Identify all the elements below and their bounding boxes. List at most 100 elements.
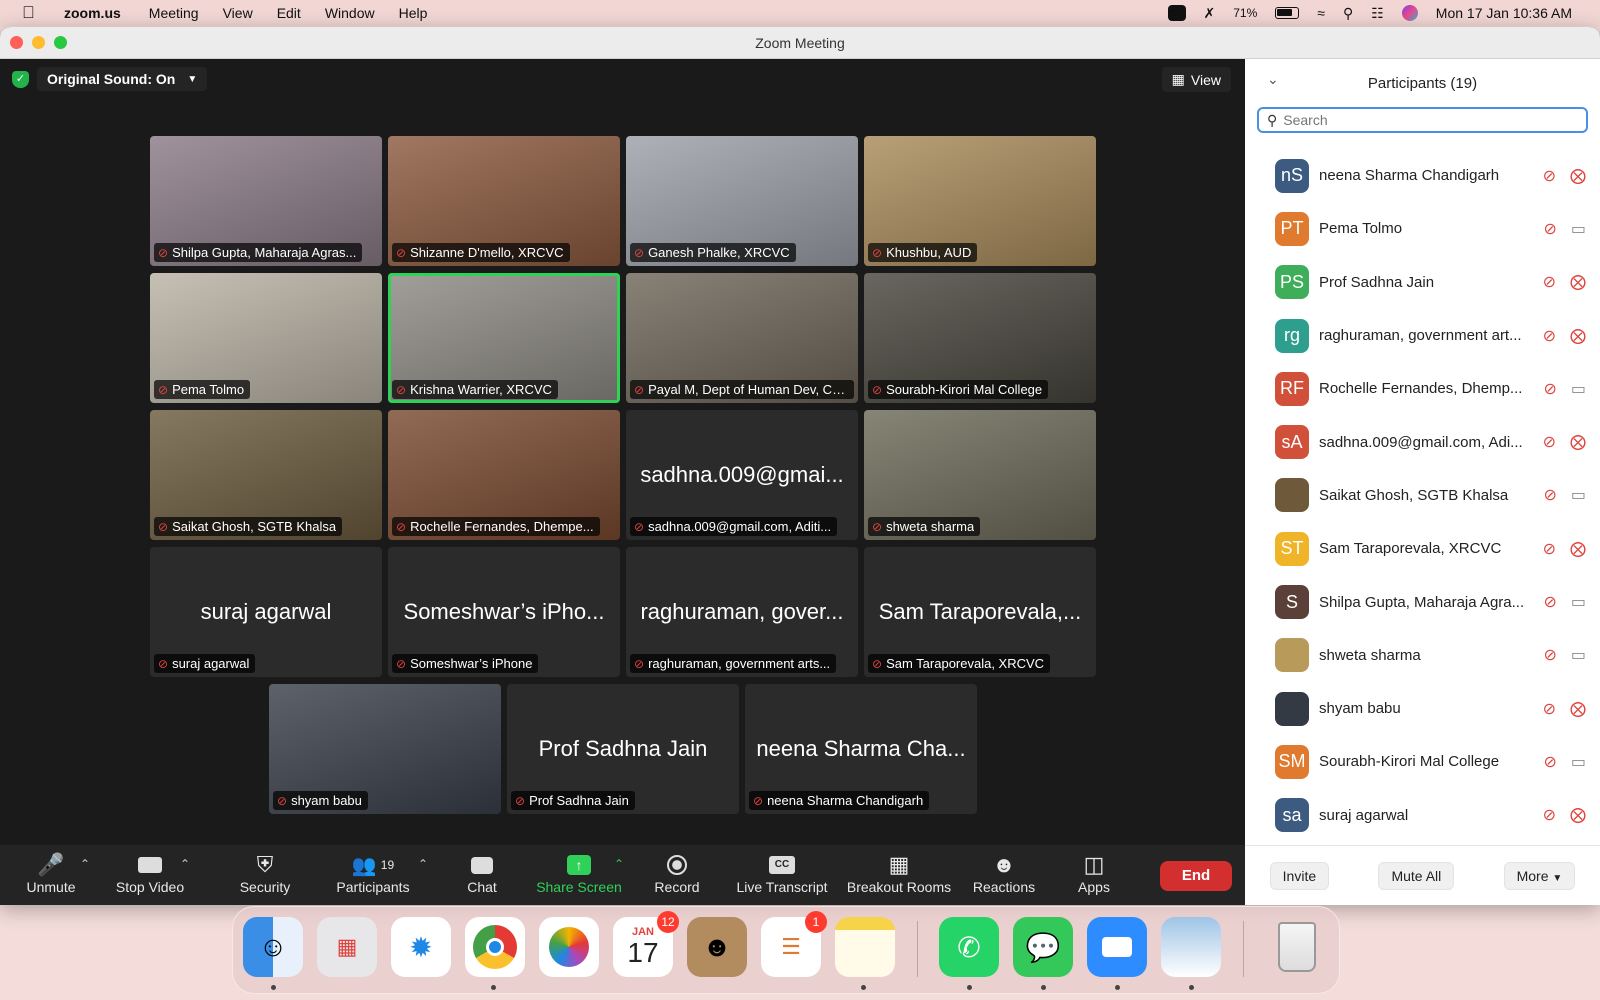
- participant-row[interactable]: S Shilpa Gupta, Maharaja Agra... ⊘ ▭: [1245, 575, 1600, 628]
- video-camera-off-icon[interactable]: ⨂: [1570, 432, 1586, 452]
- video-camera-off-icon[interactable]: ⨂: [1570, 805, 1586, 825]
- participant-row[interactable]: SM Sourabh-Kirori Mal College ⊘ ▭: [1245, 735, 1600, 788]
- menu-view[interactable]: View: [223, 5, 253, 21]
- video-camera-icon[interactable]: ▭: [1571, 645, 1586, 665]
- security-button[interactable]: ⛨ Security: [230, 851, 300, 895]
- microphone-muted-icon[interactable]: ⊘: [1543, 699, 1556, 719]
- video-camera-icon[interactable]: ▭: [1571, 485, 1586, 505]
- view-button[interactable]: ▦ View: [1161, 67, 1231, 92]
- video-options-caret[interactable]: ⌃: [180, 857, 190, 871]
- microphone-muted-icon[interactable]: ⊘: [1543, 805, 1556, 825]
- participant-row[interactable]: nS neena Sharma Chandigarh ⊘ ⨂: [1245, 149, 1600, 202]
- video-camera-off-icon[interactable]: ⨂: [1570, 326, 1586, 346]
- video-camera-off-icon[interactable]: ⨂: [1570, 539, 1586, 559]
- video-camera-off-icon[interactable]: ⨂: [1570, 166, 1586, 186]
- microphone-muted-icon[interactable]: ⊘: [1543, 326, 1556, 346]
- participant-row[interactable]: PS Prof Sadhna Jain ⊘ ⨂: [1245, 256, 1600, 309]
- encryption-shield-icon[interactable]: ✓: [12, 70, 29, 88]
- participant-video-tile[interactable]: ⊘ Sourabh-Kirori Mal College: [864, 273, 1096, 403]
- calendar-icon[interactable]: JAN 17 12: [613, 911, 679, 977]
- wifi-icon[interactable]: ≈: [1317, 5, 1325, 21]
- chevron-down-icon[interactable]: ⌄: [1267, 71, 1279, 88]
- battery-icon[interactable]: [1275, 7, 1300, 19]
- participant-video-tile[interactable]: ⊘ Pema Tolmo: [150, 273, 382, 403]
- preview-icon[interactable]: [1161, 917, 1221, 977]
- participant-row[interactable]: shyam babu ⊘ ⨂: [1245, 682, 1600, 735]
- menu-edit[interactable]: Edit: [277, 5, 301, 21]
- reactions-button[interactable]: ☻ Reactions: [968, 851, 1040, 895]
- participant-row[interactable]: RF Rochelle Fernandes, Dhemp... ⊘ ▭: [1245, 362, 1600, 415]
- end-meeting-button[interactable]: End: [1160, 861, 1232, 891]
- participant-video-tile[interactable]: Prof Sadhna Jain ⊘ Prof Sadhna Jain: [507, 684, 739, 814]
- siri-icon[interactable]: [1401, 5, 1418, 21]
- microphone-muted-icon[interactable]: ⊘: [1543, 272, 1556, 292]
- live-transcript-button[interactable]: CC Live Transcript: [730, 851, 834, 895]
- invite-button[interactable]: Invite: [1269, 861, 1330, 890]
- participant-video-tile[interactable]: ⊘ Rochelle Fernandes, Dhempe...: [388, 410, 620, 540]
- window-titlebar[interactable]: Zoom Meeting: [0, 27, 1600, 59]
- participants-options-caret[interactable]: ⌃: [418, 857, 428, 871]
- more-button[interactable]: More ▼: [1503, 861, 1576, 890]
- microphone-muted-icon[interactable]: ⊘: [1543, 379, 1556, 399]
- menu-meeting[interactable]: Meeting: [149, 5, 199, 21]
- participant-video-tile[interactable]: ⊘ shweta sharma: [864, 410, 1096, 540]
- participant-row[interactable]: shweta sharma ⊘ ▭: [1245, 629, 1600, 682]
- video-camera-icon[interactable]: ▭: [1571, 379, 1586, 399]
- original-sound-button[interactable]: Original Sound: On ▼: [37, 67, 208, 91]
- participant-video-tile[interactable]: ⊘ Shilpa Gupta, Maharaja Agras...: [150, 136, 382, 266]
- whatsapp-icon[interactable]: ✆: [939, 917, 999, 977]
- video-camera-icon[interactable]: ▭: [1571, 752, 1586, 772]
- participant-row[interactable]: sA sadhna.009@gmail.com, Adi... ⊘ ⨂: [1245, 415, 1600, 468]
- video-camera-off-icon[interactable]: ⨂: [1570, 699, 1586, 719]
- microphone-muted-icon[interactable]: ⊘: [1543, 752, 1556, 772]
- finder-icon[interactable]: ☺: [243, 917, 303, 977]
- spotlight-search-icon[interactable]: ⚲: [1343, 5, 1353, 22]
- microphone-muted-icon[interactable]: ⊘: [1543, 166, 1556, 186]
- microphone-muted-icon[interactable]: ⊘: [1543, 645, 1556, 665]
- participant-video-tile[interactable]: raghuraman, gover... ⊘ raghuraman, governm…: [626, 547, 858, 677]
- chat-button[interactable]: Chat: [454, 851, 510, 895]
- launchpad-icon[interactable]: ▦: [317, 917, 377, 977]
- participant-video-tile[interactable]: ⊘ Ganesh Phalke, XRCVC: [626, 136, 858, 266]
- menu-help[interactable]: Help: [399, 5, 428, 21]
- messages-icon[interactable]: 💬: [1013, 917, 1073, 977]
- video-camera-icon[interactable]: ▭: [1571, 592, 1586, 612]
- apple-icon[interactable]: : [22, 3, 64, 23]
- unmute-button[interactable]: 🎤 Unmute: [18, 851, 84, 895]
- audio-options-caret[interactable]: ⌃: [80, 857, 90, 871]
- microphone-muted-icon[interactable]: ⊘: [1543, 592, 1556, 612]
- participant-row[interactable]: PT Pema Tolmo ⊘ ▭: [1245, 202, 1600, 255]
- chrome-icon[interactable]: [465, 917, 525, 977]
- zoom-window-button[interactable]: [54, 36, 67, 49]
- zoom-icon[interactable]: [1087, 917, 1147, 977]
- participant-video-tile[interactable]: Someshwar’s iPho... ⊘ Someshwar’s iPhone: [388, 547, 620, 677]
- apps-button[interactable]: ◫ Apps: [1072, 851, 1116, 895]
- participants-button[interactable]: 👥 19 Participants: [330, 851, 416, 896]
- menu-clock[interactable]: Mon 17 Jan 10:36 AM: [1436, 5, 1572, 21]
- microphone-muted-icon[interactable]: ⊘: [1543, 432, 1556, 452]
- participants-search[interactable]: ⚲: [1257, 107, 1588, 133]
- microphone-muted-icon[interactable]: ⊘: [1543, 485, 1556, 505]
- video-camera-icon[interactable]: ▭: [1571, 219, 1586, 239]
- menu-window[interactable]: Window: [325, 5, 375, 21]
- stop-video-button[interactable]: Stop Video: [110, 851, 190, 895]
- record-button[interactable]: Record: [648, 851, 706, 895]
- safari-icon[interactable]: ✹: [391, 917, 451, 977]
- participant-video-tile[interactable]: suraj agarwal ⊘ suraj agarwal: [150, 547, 382, 677]
- participant-row[interactable]: rg raghuraman, government art... ⊘ ⨂: [1245, 309, 1600, 362]
- participant-video-tile[interactable]: ⊘ shyam babu: [269, 684, 501, 814]
- trash-icon[interactable]: [1267, 917, 1327, 977]
- participant-video-tile[interactable]: ⊘ Shizanne D'mello, XRCVC: [388, 136, 620, 266]
- mute-all-button[interactable]: Mute All: [1378, 861, 1455, 890]
- share-screen-button[interactable]: ↑ Share Screen: [534, 851, 624, 895]
- photos-icon[interactable]: [539, 917, 599, 977]
- microphone-muted-icon[interactable]: ⊘: [1543, 219, 1556, 239]
- participant-video-tile[interactable]: sadhna.009@gmai... ⊘ sadhna.009@gmail.com,…: [626, 410, 858, 540]
- close-window-button[interactable]: [10, 36, 23, 49]
- participants-search-input[interactable]: [1283, 112, 1586, 128]
- microphone-muted-icon[interactable]: ⊘: [1543, 539, 1556, 559]
- participant-video-tile[interactable]: ⊘ Payal M, Dept of Human Dev, Col...: [626, 273, 858, 403]
- participant-video-tile[interactable]: ⊘ Krishna Warrier, XRCVC: [388, 273, 620, 403]
- participant-video-tile[interactable]: neena Sharma Cha... ⊘ neena Sharma Chandig…: [745, 684, 977, 814]
- video-camera-off-icon[interactable]: ⨂: [1570, 272, 1586, 292]
